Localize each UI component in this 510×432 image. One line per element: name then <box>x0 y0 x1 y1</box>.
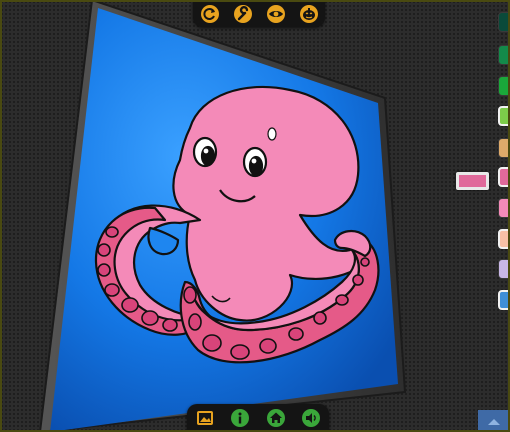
palette-swatch[interactable] <box>498 12 510 32</box>
home-button[interactable] <box>265 407 287 429</box>
sound-button[interactable] <box>300 407 322 429</box>
palette-swatch[interactable] <box>498 45 510 65</box>
wrench-icon <box>233 4 252 23</box>
home-icon <box>266 409 285 427</box>
info-icon <box>231 409 250 427</box>
coloring-canvas[interactable] <box>0 0 510 432</box>
preview-button[interactable] <box>265 3 287 25</box>
palette-swatch[interactable] <box>498 259 510 279</box>
expand-button[interactable] <box>478 410 510 432</box>
palette-swatch[interactable] <box>498 106 510 126</box>
top-toolbar <box>193 0 325 27</box>
head-highlight <box>267 127 277 141</box>
refresh-button[interactable] <box>199 3 221 25</box>
palette-swatch[interactable] <box>498 138 510 158</box>
palette-swatch[interactable] <box>498 229 510 249</box>
refresh-icon <box>200 4 219 23</box>
palette-swatch[interactable] <box>498 290 510 310</box>
palette-swatch[interactable] <box>498 167 510 187</box>
pumpkin-icon <box>299 4 318 23</box>
info-button[interactable] <box>229 407 251 429</box>
gallery-icon <box>196 411 213 425</box>
selected-color-fill <box>459 175 486 187</box>
selected-color-indicator <box>456 172 489 190</box>
bottom-toolbar <box>187 404 329 432</box>
palette-swatch[interactable] <box>498 198 510 218</box>
eye-icon <box>266 4 285 23</box>
sound-icon <box>302 409 321 427</box>
theme-button[interactable] <box>298 3 320 25</box>
settings-button[interactable] <box>232 3 254 25</box>
gallery-button[interactable] <box>194 407 216 429</box>
palette-swatch[interactable] <box>498 76 510 96</box>
